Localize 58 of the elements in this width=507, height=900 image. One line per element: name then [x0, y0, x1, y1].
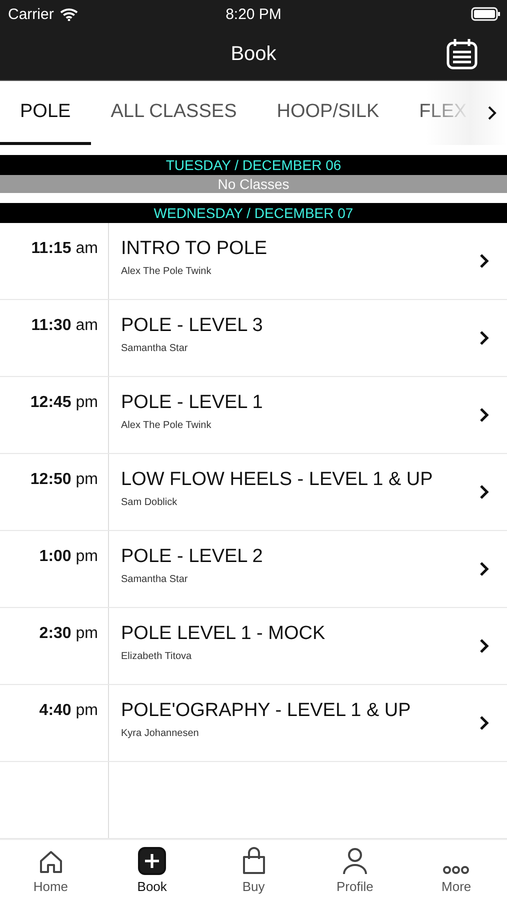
- tab-bar-item[interactable]: More: [406, 840, 507, 900]
- tab-bar-item[interactable]: Home: [0, 840, 102, 900]
- chevron-right-icon: [479, 484, 489, 500]
- day-header: TUESDAY / DECEMBER 06: [0, 154, 507, 175]
- calendar-icon[interactable]: [445, 37, 479, 71]
- class-row[interactable]: 2:30 pm POLE LEVEL 1 - MOCK Elizabeth Titova: [0, 608, 507, 686]
- chevron-right-icon: [479, 407, 489, 424]
- day-header: WEDNESDAY / DECEMBER 07: [0, 203, 507, 224]
- empty-message: No Classes: [0, 174, 507, 194]
- instructor-name: Elizabeth Titova: [121, 651, 193, 662]
- tab-bar-item[interactable]: Book: [101, 840, 203, 900]
- class-name: POLE - LEVEL 1: [121, 392, 264, 414]
- class-time: 12:50 pm: [30, 471, 98, 490]
- class-name: POLE - LEVEL 3: [121, 315, 264, 338]
- instructor-name: Samantha Star: [121, 343, 189, 354]
- class-name: INTRO TO POLE: [121, 238, 268, 260]
- class-time: 2:30 pm: [39, 625, 98, 644]
- category-tab[interactable]: POLE: [0, 81, 91, 145]
- more-icon: [442, 865, 470, 875]
- home-icon: [38, 849, 64, 875]
- instructor-name: Sam Doblick: [121, 497, 178, 508]
- chevron-right-icon: [479, 253, 489, 270]
- class-row[interactable]: 12:45 pm POLE - LEVEL 1 Alex The Pole Twink: [0, 377, 507, 454]
- class-time: 1:00 pm: [39, 548, 98, 568]
- instructor-name: Alex The Pole Twink: [121, 420, 212, 432]
- battery-icon: [471, 7, 501, 21]
- chevron-right-icon: [479, 638, 489, 654]
- chevron-right-icon: [479, 330, 489, 346]
- category-tab[interactable]: HOOP/SILK: [256, 81, 400, 145]
- tab-bar-item[interactable]: Profile: [304, 840, 406, 900]
- category-tab[interactable]: ALL CLASSES: [90, 81, 257, 145]
- class-time: 11:30 am: [31, 317, 98, 336]
- class-row[interactable]: 11:30 am POLE - LEVEL 3 Samantha Star: [0, 300, 507, 378]
- class-name: POLE LEVEL 1 - MOCK: [121, 623, 326, 646]
- clock-time: 8:20 PM: [226, 6, 282, 22]
- plus-icon: [138, 847, 166, 875]
- class-time: 12:45 pm: [30, 394, 98, 414]
- class-time: 4:40 pm: [39, 702, 98, 722]
- class-name: POLE'OGRAPHY - LEVEL 1 & UP: [121, 700, 412, 722]
- class-row[interactable]: 4:40 pm POLE'OGRAPHY - LEVEL 1 & UP Kyra Johannesen: [0, 685, 507, 762]
- bag-icon: [240, 847, 267, 875]
- class-time: 11:15 am: [31, 240, 98, 260]
- class-row[interactable]: 11:15 am INTRO TO POLE Alex The Pole Twink: [0, 223, 507, 300]
- screen-title: Book: [230, 42, 276, 66]
- class-row[interactable]: 12:50 pm LOW FLOW HEELS - LEVEL 1 & UP Sam Doblick: [0, 454, 507, 532]
- class-name: POLE - LEVEL 2: [121, 546, 264, 568]
- class-name: LOW FLOW HEELS - LEVEL 1 & UP: [121, 469, 434, 492]
- instructor-name: Kyra Johannesen: [121, 728, 200, 740]
- person-icon: [342, 847, 368, 875]
- chevron-right-icon: [479, 561, 489, 578]
- chevron-right-icon: [479, 715, 489, 732]
- wifi-icon: [60, 8, 78, 20]
- chevron-right-icon[interactable]: [487, 105, 497, 121]
- carrier-label: Carrier: [8, 6, 54, 22]
- instructor-name: Alex The Pole Twink: [121, 266, 212, 278]
- class-row[interactable]: 1:00 pm POLE - LEVEL 2 Samantha Star: [0, 531, 507, 608]
- tab-bar-item[interactable]: Buy: [202, 840, 304, 900]
- instructor-name: Samantha Star: [121, 574, 189, 586]
